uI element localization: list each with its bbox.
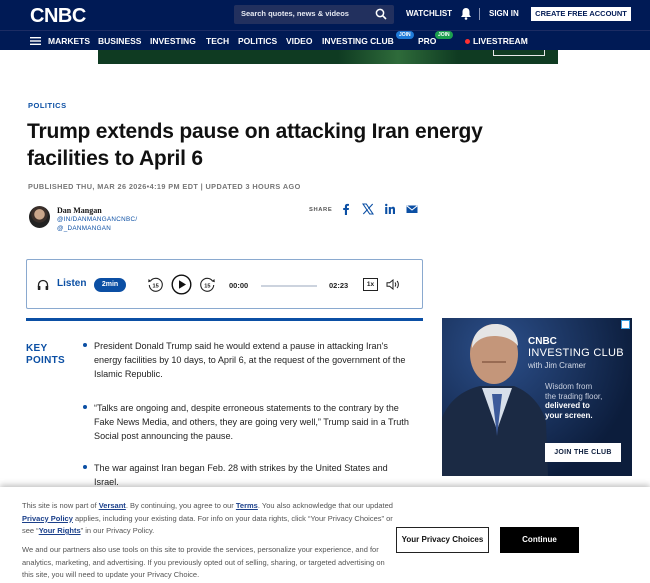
ad-subtitle: with Jim Cramer [528,361,586,370]
published-timestamp: PUBLISHED THU, MAR 26 2026•4:19 PM EDT |… [28,182,301,191]
watchlist-link[interactable]: WATCHLIST [406,9,452,18]
privacy-choices-button[interactable]: Your Privacy Choices [396,527,489,553]
main-nav: MARKETS BUSINESS INVESTING TECH POLITICS… [0,30,650,50]
nav-item-business[interactable]: BUSINESS [98,36,141,46]
your-rights-link[interactable]: Your Rights [39,526,81,535]
share-label: SHARE [309,207,333,213]
join-the-club-button[interactable]: JOIN THE CLUB [545,443,621,462]
ad-graphic [338,50,458,64]
consent-paragraph: This site is now part of Versant. By con… [22,500,394,538]
continue-button[interactable]: Continue [500,527,579,553]
consent-banner: This site is now part of Versant. By con… [0,487,650,583]
author-x-handle[interactable]: @_DANMANGAN [57,225,111,232]
bullet-icon [83,405,87,409]
key-point-item: “Talks are ongoing and, despite erroneou… [94,403,409,441]
listen-label[interactable]: Listen [57,278,86,289]
duration-badge: 2min [94,278,126,292]
versant-link[interactable]: Versant [99,501,126,510]
nav-item-politics[interactable]: POLITICS [238,36,277,46]
key-points-label-line1: KEY [26,343,48,354]
join-badge: JOIN [435,31,453,39]
ad-title: INVESTING CLUB [528,347,624,359]
ad-tagline-line: your screen. [545,410,593,420]
bullet-icon [83,465,87,469]
consent-text: . You also acknowledge that our updated [257,501,393,510]
email-icon[interactable] [406,203,418,215]
total-time: 02:23 [329,281,349,290]
progress-bar[interactable] [261,285,317,287]
current-time: 00:00 [229,281,249,290]
headphones-icon [37,279,49,290]
search-input[interactable]: Search quotes, news & videos [234,5,394,24]
ad-graphic [493,50,545,56]
ad-logo: CNBC [528,336,557,347]
x-icon[interactable] [362,203,374,215]
key-points-label: KEY POINTS [26,343,65,367]
author-avatar[interactable] [29,206,50,228]
author-name[interactable]: Dan Mangan [57,206,102,215]
facebook-icon[interactable] [340,203,352,215]
hamburger-menu-icon[interactable] [30,37,41,45]
ad-tagline-line: Wisdom from [545,382,593,391]
bullet-icon [83,343,87,347]
top-ad-banner[interactable] [98,50,558,64]
consent-text: . By continuing, you agree to our [125,501,236,510]
article-category[interactable]: POLITICS [28,101,67,110]
key-points-label-line2: POINTS [26,355,66,366]
page: CNBC Search quotes, news & videos WATCHL… [0,0,650,583]
author-linkedin-handle[interactable]: @IN/DANMANGANCNBC/ [57,216,137,223]
investing-club-ad[interactable]: CNBC INVESTING CLUB with Jim Cramer Wisd… [442,318,632,476]
privacy-policy-link[interactable]: Privacy Policy [22,514,73,523]
forward-15-icon[interactable]: 15 [199,276,216,293]
nav-item-investing[interactable]: INVESTING [150,36,196,46]
playback-speed-button[interactable]: 1x [363,278,378,291]
header-divider [479,8,480,20]
key-point-item: The war against Iran began Feb. 28 with … [94,463,388,487]
sign-in-link[interactable]: SIGN IN [489,9,519,18]
consent-text: ” in our Privacy Policy. [80,526,155,535]
live-dot-icon [465,39,470,44]
join-badge: JOIN [396,31,414,39]
cnbc-logo[interactable]: CNBC [30,5,86,28]
rewind-seconds: 15 [152,283,158,289]
nav-item-pro[interactable]: PRO [418,36,436,46]
ad-tagline-line: the trading floor, [545,391,603,401]
rewind-15-icon[interactable]: 15 [147,276,164,293]
create-account-button[interactable]: CREATE FREE ACCOUNT [531,7,631,21]
nav-item-video[interactable]: VIDEO [286,36,312,46]
audio-player: Listen 2min 15 15 00:00 02:23 1x [26,259,423,309]
top-bar: CNBC Search quotes, news & videos WATCHL… [0,0,650,30]
key-point-item: President Donald Trump said he would ext… [94,341,406,379]
bell-icon[interactable] [460,7,472,20]
volume-icon[interactable] [386,279,400,290]
key-points-rule [26,318,423,321]
nav-item-livestream[interactable]: LIVESTREAM [473,36,528,46]
play-icon[interactable] [171,274,192,295]
nav-item-markets[interactable]: MARKETS [48,36,90,46]
linkedin-icon[interactable] [384,203,396,215]
terms-link[interactable]: Terms [236,501,258,510]
search-placeholder: Search quotes, news & videos [241,9,349,18]
forward-seconds: 15 [204,283,210,289]
ad-choices-icon[interactable] [621,320,630,329]
nav-item-investing-club[interactable]: INVESTING CLUB [322,36,394,46]
consent-paragraph-2: We and our partners also use tools on th… [22,545,385,579]
ad-tagline-line: delivered to [545,401,590,410]
ad-tagline: Wisdom from the trading floor, delivered… [545,382,625,420]
consent-text: This site is now part of [22,501,99,510]
search-icon[interactable] [375,8,387,20]
nav-item-tech[interactable]: TECH [206,36,229,46]
article-headline: Trump extends pause on attacking Iran en… [27,120,483,170]
